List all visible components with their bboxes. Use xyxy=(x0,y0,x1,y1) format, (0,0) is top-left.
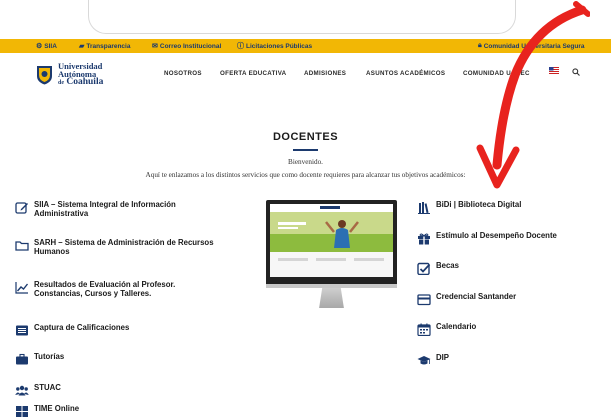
list-icon xyxy=(16,325,28,336)
nav-item-asuntos-academicos[interactable]: ASUNTOS ACADÉMICOS xyxy=(366,70,445,77)
title-divider xyxy=(293,149,318,151)
service-link-estimulo[interactable]: Estímulo al Desempeño Docente xyxy=(417,231,557,245)
gift-icon xyxy=(418,233,430,245)
nav-item-comunidad-uadec[interactable]: COMUNIDAD UADEC xyxy=(463,70,530,77)
lock-icon: 🔒︎ xyxy=(478,42,482,49)
envelope-icon: ✉ xyxy=(152,43,158,50)
gear-icon: ⚙ xyxy=(36,43,43,50)
nav-item-admisiones[interactable]: ADMISIONES xyxy=(304,70,346,77)
edit-icon xyxy=(15,202,28,214)
utility-link-comunidad[interactable]: 🔒︎ Comunidad Universitaria Segura xyxy=(478,39,585,53)
service-link-stuac[interactable]: STUAC xyxy=(15,383,61,397)
calendar-icon xyxy=(417,323,431,336)
service-link-sarh[interactable]: SARH – Sistema de Administración de Recu… xyxy=(15,238,214,256)
service-link-calificaciones[interactable]: Captura de Calificaciones xyxy=(15,323,129,337)
service-link-evaluacion[interactable]: Resultados de Evaluación al Profesor. Co… xyxy=(15,280,175,298)
nav-item-nosotros[interactable]: NOSOTROS xyxy=(164,70,202,77)
utility-bar: ⚙ SIIA ▰ Transparencia ✉ Correo Instituc… xyxy=(0,39,611,53)
grid-icon xyxy=(16,406,28,417)
monitor-chin xyxy=(266,284,397,288)
browser-url-bar[interactable] xyxy=(88,0,516,34)
utility-link-transparencia[interactable]: ▰ Transparencia xyxy=(79,39,130,53)
briefcase-icon xyxy=(16,353,28,365)
intro-text: Aquí te enlazamos a los distintos servic… xyxy=(145,171,466,179)
utility-link-correo[interactable]: ✉ Correo Institucional xyxy=(152,39,221,53)
graduation-cap-icon xyxy=(417,356,431,365)
book-icon xyxy=(418,202,430,214)
athlete-photo xyxy=(270,204,393,277)
service-link-tutorias[interactable]: Tutorías xyxy=(15,352,64,366)
info-icon: ⓘ xyxy=(237,43,244,50)
check-square-icon xyxy=(417,262,431,275)
users-icon xyxy=(15,385,29,396)
utility-link-licitaciones[interactable]: ⓘ Licitaciones Públicas xyxy=(237,39,312,53)
service-link-dip[interactable]: DIP xyxy=(417,353,449,367)
monitor-stand xyxy=(319,288,344,308)
chart-line-icon xyxy=(15,282,29,294)
card-icon xyxy=(417,294,431,306)
monitor-screen-image xyxy=(270,204,393,277)
logo-text: Universidad Autónoma de Coahuila xyxy=(58,61,104,87)
page-title: DOCENTES xyxy=(272,131,339,143)
university-logo[interactable]: Universidad Autónoma de Coahuila xyxy=(36,62,103,87)
search-icon[interactable] xyxy=(572,68,580,76)
shield-logo-icon xyxy=(37,65,52,84)
folder-icon xyxy=(15,241,29,251)
service-link-credencial[interactable]: Credencial Santander xyxy=(417,292,516,306)
us-flag-icon[interactable] xyxy=(549,67,559,74)
folder-icon: ▰ xyxy=(79,43,85,50)
service-link-siia[interactable]: SIIA – Sistema Integral de Información A… xyxy=(15,200,176,218)
service-link-becas[interactable]: Becas xyxy=(417,261,459,275)
service-link-calendario[interactable]: Calendario xyxy=(417,322,476,336)
welcome-text: Bienvenido. xyxy=(288,158,323,166)
service-link-time-online[interactable]: TIME Online xyxy=(15,404,79,418)
service-link-bidi[interactable]: BiDi | Biblioteca Digital xyxy=(417,200,521,214)
nav-item-oferta-educativa[interactable]: OFERTA EDUCATIVA xyxy=(220,70,286,77)
utility-link-siia[interactable]: ⚙ SIIA xyxy=(36,39,57,53)
